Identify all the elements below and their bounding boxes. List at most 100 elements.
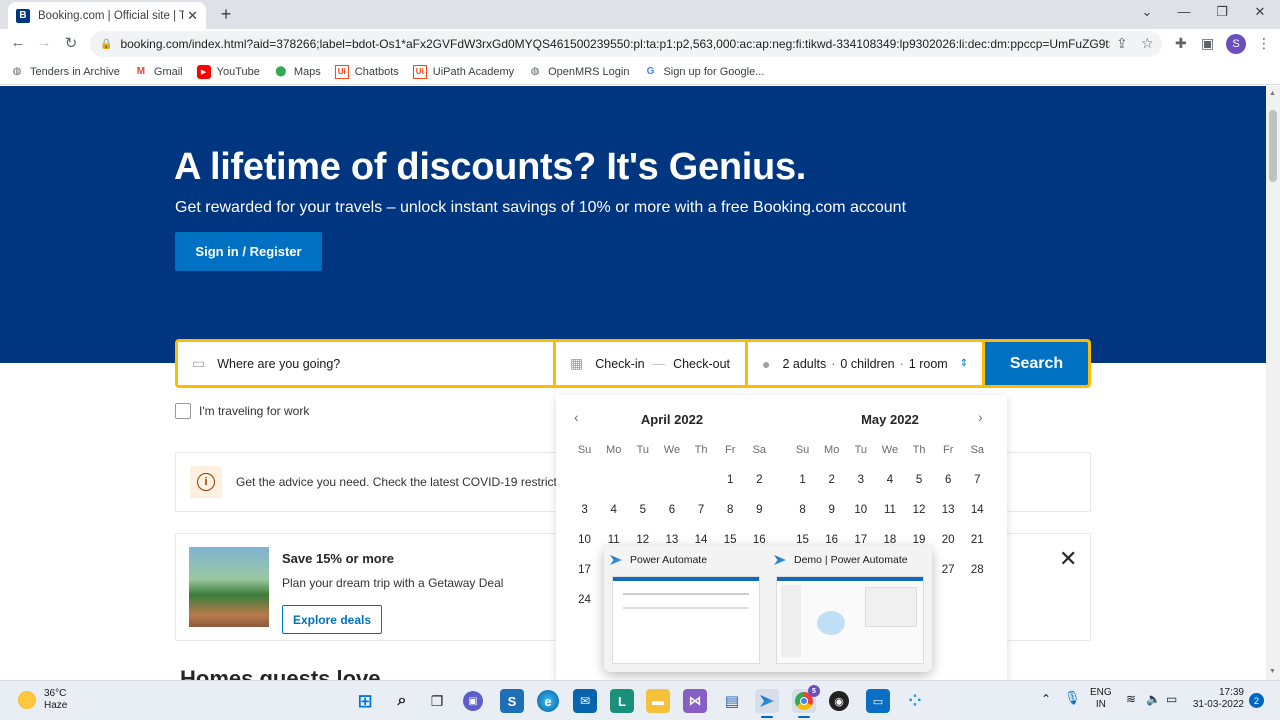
calendar-day[interactable]: 27 bbox=[934, 564, 963, 594]
calendar-day[interactable]: 4 bbox=[599, 504, 628, 534]
calendar-day[interactable]: 7 bbox=[963, 474, 992, 504]
calendar-day[interactable]: 28 bbox=[963, 564, 992, 594]
bookmark-maps[interactable]: ⬤ Maps bbox=[274, 65, 321, 79]
start-windows-icon[interactable]: ⊞ bbox=[353, 689, 377, 713]
battery-icon[interactable]: ▭ bbox=[1166, 693, 1177, 705]
app-network-icon[interactable]: ⁘ bbox=[903, 689, 927, 713]
scrollbar-thumb[interactable] bbox=[1269, 110, 1277, 182]
search-icon[interactable]: ⌕ bbox=[390, 689, 414, 713]
close-deal-icon[interactable]: ✕ bbox=[1059, 546, 1077, 572]
app-l-icon[interactable]: L bbox=[610, 689, 634, 713]
remote-desktop-icon[interactable]: ▭ bbox=[866, 689, 890, 713]
dates-field[interactable]: ▦ Check-in — Check-out bbox=[556, 342, 745, 385]
bookmark-tenders-in-archive[interactable]: ◍ Tenders in Archive bbox=[10, 65, 120, 79]
thumbnail-power-automate[interactable]: Power Automate bbox=[604, 546, 768, 672]
bookmark-star-icon[interactable]: ☆ bbox=[1141, 35, 1154, 52]
bookmark-gmail[interactable]: M Gmail bbox=[134, 65, 183, 79]
calendar-day[interactable]: 6 bbox=[934, 474, 963, 504]
bookmark-openmrs-login[interactable]: ◍ OpenMRS Login bbox=[528, 65, 630, 79]
minimize-button[interactable]: — bbox=[1174, 4, 1194, 19]
back-arrow-icon[interactable]: ← bbox=[8, 34, 28, 51]
address-bar[interactable]: 🔒 booking.com/index.html?aid=378266;labe… bbox=[90, 31, 1162, 57]
language-indicator[interactable]: ENG IN bbox=[1090, 687, 1112, 711]
calendar-day[interactable]: 8 bbox=[788, 504, 817, 534]
chrome-menu-icon[interactable]: ⋮ bbox=[1257, 35, 1271, 52]
weekday-header: Su Mo Tu We Th Fr Sa bbox=[570, 444, 774, 456]
teams-chat-icon[interactable]: ▣ bbox=[463, 691, 483, 711]
calendar-day[interactable]: 2 bbox=[817, 474, 846, 504]
search-button[interactable]: Search bbox=[985, 342, 1088, 385]
calendar-day[interactable]: 24 bbox=[570, 594, 599, 624]
scroll-up-arrow-icon[interactable]: ▲ bbox=[1269, 90, 1276, 97]
calendar-day[interactable]: 21 bbox=[963, 534, 992, 564]
browser-tab-booking[interactable]: B Booking.com | Official site | The b ✕ bbox=[8, 2, 206, 29]
reload-icon[interactable]: ↻ bbox=[61, 34, 81, 52]
calendar-day[interactable]: 4 bbox=[875, 474, 904, 504]
calendar-day[interactable]: 5 bbox=[905, 474, 934, 504]
calendar-day[interactable]: 13 bbox=[934, 504, 963, 534]
calendar-day[interactable]: 10 bbox=[570, 534, 599, 564]
calendar-day[interactable]: 1 bbox=[716, 474, 745, 504]
share-icon[interactable]: ⇪ bbox=[1116, 35, 1128, 52]
profile-avatar[interactable]: S bbox=[1226, 34, 1246, 54]
edge-icon[interactable]: e bbox=[537, 690, 559, 712]
tab-close-icon[interactable]: ✕ bbox=[187, 8, 198, 24]
calendar-day[interactable]: 17 bbox=[570, 564, 599, 594]
mail-icon[interactable]: ✉ bbox=[573, 689, 597, 713]
guests-field[interactable]: ● 2 adults · 0 children · 1 room ⇕ bbox=[748, 342, 982, 385]
calendar-day[interactable]: 14 bbox=[963, 504, 992, 534]
extensions-puzzle-icon[interactable]: ✚ bbox=[1175, 35, 1187, 52]
power-automate-taskbar-icon[interactable] bbox=[755, 689, 779, 718]
calendar-day[interactable]: 3 bbox=[570, 504, 599, 534]
wifi-icon[interactable]: ≋ bbox=[1126, 693, 1136, 705]
show-hidden-icons-chevron[interactable]: ⌃ bbox=[1041, 693, 1051, 705]
bookmark-youtube[interactable]: ▶ YouTube bbox=[196, 64, 260, 79]
uipath-icon: Ui bbox=[412, 64, 427, 79]
calendar-day[interactable]: 10 bbox=[846, 504, 875, 534]
tab-search-icon[interactable]: ⌄ bbox=[1137, 4, 1157, 20]
page-scrollbar[interactable]: ▲ ▼ bbox=[1266, 86, 1280, 680]
scroll-down-arrow-icon[interactable]: ▼ bbox=[1269, 668, 1276, 675]
task-view-icon[interactable]: ❐ bbox=[425, 689, 449, 713]
calendar-day[interactable]: 8 bbox=[716, 504, 745, 534]
checkbox-box[interactable] bbox=[175, 403, 191, 419]
microphone-icon[interactable]: 🎙 bbox=[1064, 691, 1081, 704]
url-text[interactable]: booking.com/index.html?aid=378266;label=… bbox=[120, 37, 1110, 51]
covid-text[interactable]: Get the advice you need. Check the lates… bbox=[236, 475, 573, 489]
thumbnail-demo-power-automate[interactable]: Demo | Power Automate bbox=[768, 546, 932, 672]
calendar-day[interactable]: 11 bbox=[875, 504, 904, 534]
calendar-day[interactable]: 3 bbox=[846, 474, 875, 504]
restore-button[interactable]: ❐ bbox=[1212, 4, 1232, 20]
calendar-day[interactable]: 20 bbox=[934, 534, 963, 564]
empty-day-cell bbox=[599, 474, 628, 504]
side-panel-icon[interactable]: ▣ bbox=[1201, 35, 1214, 52]
app-s-icon[interactable]: S bbox=[500, 689, 524, 713]
calendar-day[interactable]: 2 bbox=[745, 474, 774, 504]
obs-icon[interactable]: ◉ bbox=[829, 691, 849, 711]
calendar-day[interactable]: 9 bbox=[745, 504, 774, 534]
forward-arrow-icon[interactable]: → bbox=[34, 34, 54, 51]
bookmark-chatbots[interactable]: Ui Chatbots bbox=[334, 64, 399, 79]
notification-badge[interactable]: 2 bbox=[1249, 693, 1264, 708]
calendar-day[interactable]: 5 bbox=[628, 504, 657, 534]
notepad-icon[interactable]: ▤ bbox=[720, 689, 744, 713]
calendar-day[interactable]: 6 bbox=[657, 504, 686, 534]
bookmark-sign-up-google[interactable]: G Sign up for Google... bbox=[643, 65, 765, 79]
calendar-day[interactable]: 1 bbox=[788, 474, 817, 504]
weather-widget[interactable]: 36°C Haze bbox=[18, 688, 67, 712]
new-tab-button[interactable]: + bbox=[216, 4, 236, 25]
file-explorer-icon[interactable]: ▬ bbox=[646, 689, 670, 713]
close-window-button[interactable]: ✕ bbox=[1250, 4, 1270, 20]
calendar-day[interactable]: 12 bbox=[905, 504, 934, 534]
chrome-icon[interactable]: 5 bbox=[792, 685, 820, 718]
destination-field[interactable]: ▭ Where are you going? bbox=[178, 342, 553, 385]
calendar-day[interactable]: 9 bbox=[817, 504, 846, 534]
bookmark-uipath-academy[interactable]: Ui UiPath Academy bbox=[412, 64, 514, 79]
clock[interactable]: 17:39 31-03-2022 bbox=[1192, 687, 1244, 711]
work-travel-checkbox[interactable]: I'm traveling for work bbox=[175, 403, 309, 419]
calendar-day[interactable]: 7 bbox=[687, 504, 716, 534]
sign-in-register-button[interactable]: Sign in / Register bbox=[175, 232, 322, 271]
volume-icon[interactable]: 🔈 bbox=[1146, 693, 1161, 705]
explore-deals-button[interactable]: Explore deals bbox=[282, 605, 382, 634]
visual-studio-icon[interactable]: ⋈ bbox=[683, 689, 707, 713]
